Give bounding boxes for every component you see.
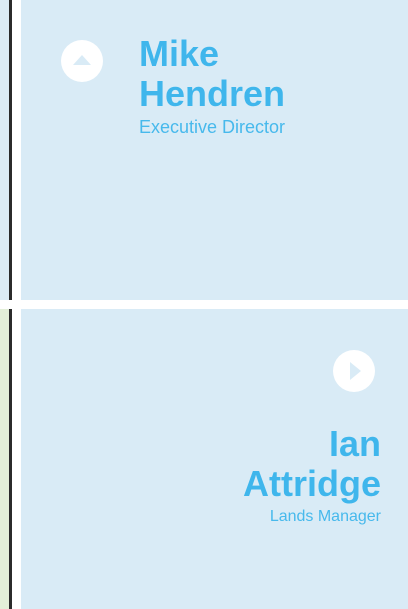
person-title: Executive Director [139, 117, 286, 137]
chevron-right-icon [350, 362, 361, 380]
chevron-up-icon [73, 55, 91, 65]
person-info: Mike Hendren Executive Director [139, 34, 285, 138]
person-title: Lands Manager [269, 508, 381, 525]
staff-card-mike-hendren: Mike Hendren Executive Director [21, 0, 408, 300]
divider-line [9, 0, 12, 300]
divider-line [9, 309, 12, 609]
collapse-button[interactable] [61, 40, 103, 82]
person-last-name: Hendren [139, 73, 286, 114]
person-first-name: Mike [139, 33, 220, 74]
staff-card-ian-attridge: Ian Attridge Lands Manager [21, 309, 408, 609]
person-first-name: Ian [328, 423, 381, 464]
left-strip-bottom [0, 309, 12, 609]
left-strip-top [0, 0, 12, 300]
person-last-name: Attridge [243, 463, 381, 504]
person-info: Ian Attridge Lands Manager [243, 424, 381, 528]
expand-button[interactable] [333, 350, 375, 392]
